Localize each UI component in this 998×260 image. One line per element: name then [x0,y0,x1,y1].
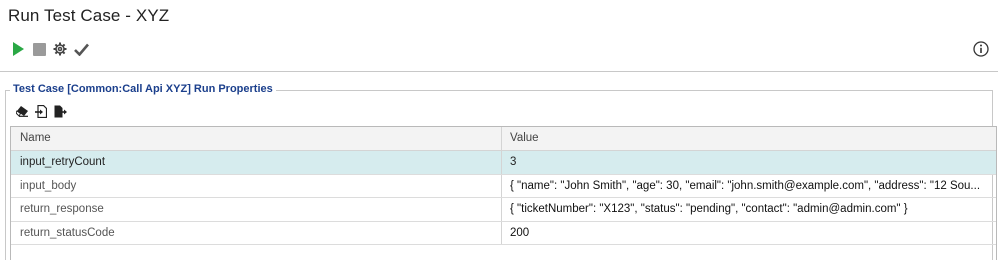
gear-icon[interactable] [52,41,68,57]
row-name: return_response [11,198,502,221]
row-value[interactable]: { "ticketNumber": "X123", "status": "pen… [502,198,996,221]
table-row[interactable]: return_response { "ticketNumber": "X123"… [11,198,996,222]
table-header: Name Value [11,127,996,151]
play-icon[interactable] [10,41,26,57]
properties-table: Name Value input_retryCount 3 input_body… [10,126,997,260]
row-name: input_retryCount [11,151,502,174]
row-name: return_statusCode [11,221,502,244]
info-icon[interactable] [973,41,989,57]
row-value[interactable]: 3 [502,151,996,174]
row-value[interactable]: { "name": "John Smith", "age": 30, "emai… [502,175,996,198]
header: Run Test Case - XYZ [0,0,998,72]
run-properties-legend: Test Case [Common:Call Api XYZ] Run Prop… [10,83,276,95]
stop-icon[interactable] [31,41,47,57]
table-row[interactable]: input_retryCount 3 [11,151,996,175]
window-title: Run Test Case - XYZ [8,6,170,25]
table-row[interactable]: input_body { "name": "John Smith", "age"… [11,174,996,198]
import-icon[interactable] [34,104,48,118]
row-name: input_body [11,174,502,197]
column-header-name[interactable]: Name [11,127,502,150]
run-toolbar [10,40,89,58]
column-header-value[interactable]: Value [502,127,996,150]
eraser-icon[interactable] [15,104,29,118]
properties-toolbar [15,103,67,119]
check-icon[interactable] [73,41,89,57]
row-value[interactable]: 200 [502,222,996,245]
header-divider [0,71,998,72]
export-icon[interactable] [53,104,67,118]
table-row[interactable]: return_statusCode 200 [11,221,996,245]
